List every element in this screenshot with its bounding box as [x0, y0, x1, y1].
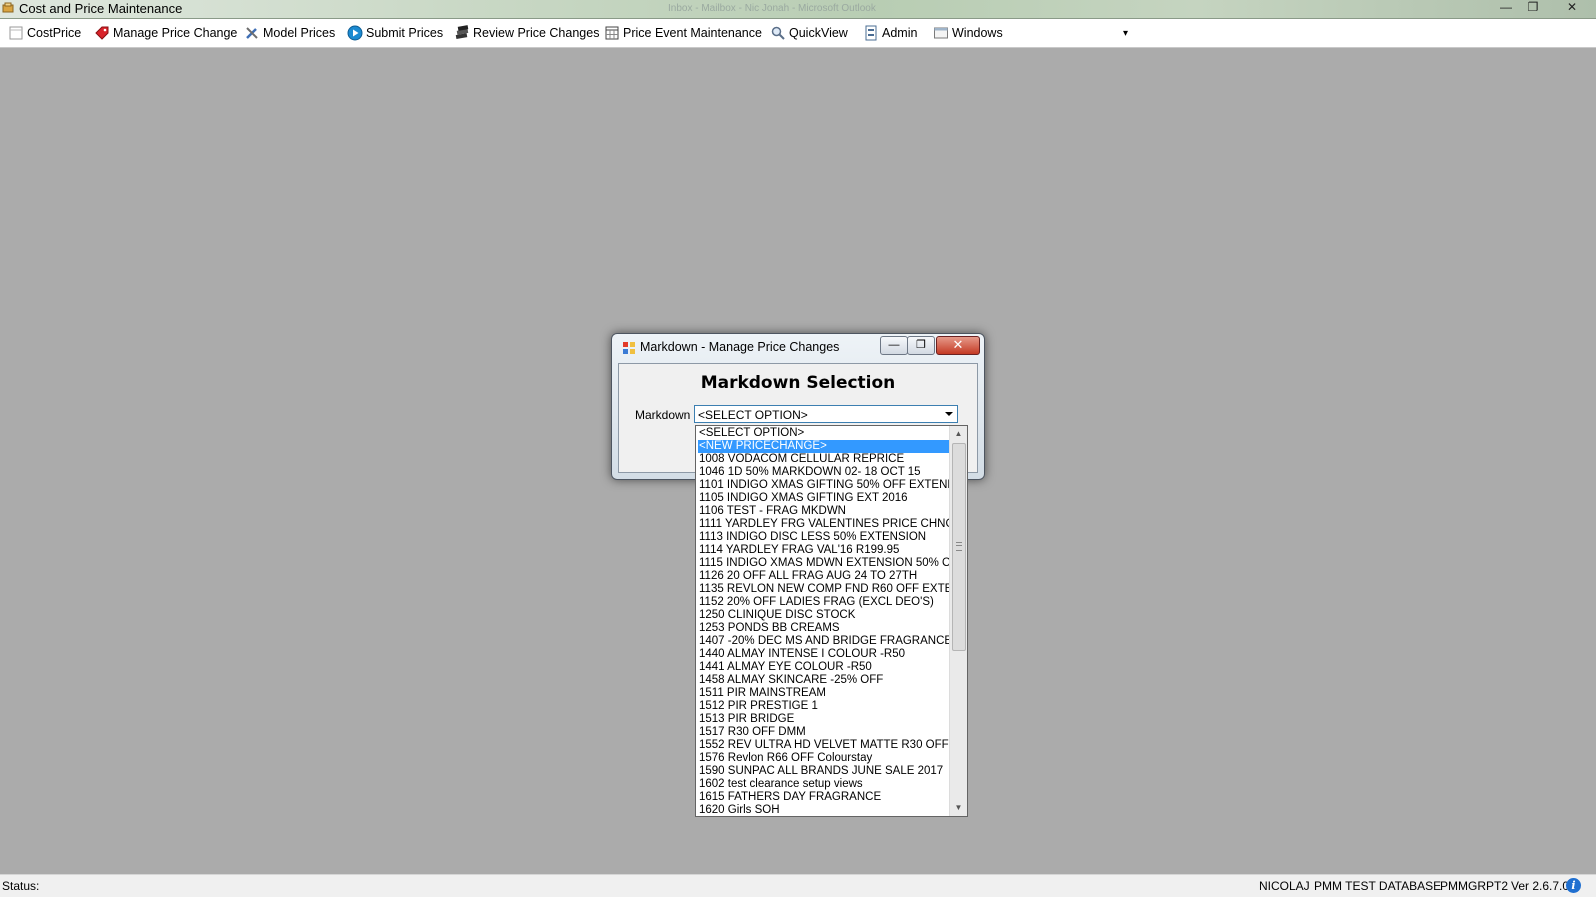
markdown-combobox[interactable]: <SELECT OPTION> — [694, 405, 958, 423]
dialog-maximize-button[interactable]: ❐ — [907, 336, 935, 355]
toolbar-costprice-button[interactable]: CostPrice — [8, 23, 81, 43]
markdown-dropdown-list[interactable]: <SELECT OPTION> <NEW PRICECHANGE> 1008 VOD… — [695, 425, 968, 817]
dropdown-option[interactable]: 1101 INDIGO XMAS GIFTING 50% OFF EXTEND — [698, 479, 951, 492]
toolbar-label: Model Prices — [263, 26, 336, 40]
dropdown-option[interactable]: 1552 REV ULTRA HD VELVET MATTE R30 OFF — [698, 739, 951, 752]
window-icon — [934, 27, 948, 39]
dropdown-option[interactable]: 1115 INDIGO XMAS MDWN EXTENSION 50% OFF — [698, 557, 951, 570]
toolbar-label: Price Event Maintenance — [623, 26, 762, 40]
price-tag-icon — [95, 26, 109, 40]
dropdown-option[interactable]: 1135 REVLON NEW COMP FND R60 OFF EXTEN — [698, 583, 951, 596]
calendar-icon — [605, 26, 619, 40]
toolbar-label: CostPrice — [27, 26, 82, 40]
toolbar-quickview-button[interactable]: QuickView — [770, 23, 848, 43]
dropdown-option[interactable]: 1114 YARDLEY FRAG VAL'16 R199.95 — [698, 544, 951, 557]
app-icon — [2, 2, 14, 13]
dropdown-option[interactable]: 1441 ALMAY EYE COLOUR -R50 — [698, 661, 951, 674]
scrollbar-thumb[interactable] — [952, 443, 966, 651]
dropdown-option[interactable]: 1046 1D 50% MARKDOWN 02- 18 OCT 15 — [698, 466, 951, 479]
dropdown-option[interactable]: 1105 INDIGO XMAS GIFTING EXT 2016 — [698, 492, 951, 505]
dropdown-option[interactable]: 1458 ALMAY SKINCARE -25% OFF — [698, 674, 951, 687]
scroll-down-icon[interactable]: ▼ — [950, 800, 967, 816]
markdown-combobox-value: <SELECT OPTION> — [698, 408, 808, 422]
document-icon — [9, 26, 23, 40]
main-toolbar: CostPrice Manage Price Change Model Pric… — [0, 19, 1596, 48]
dropdown-option[interactable]: 1615 FATHERS DAY FRAGRANCE — [698, 791, 951, 804]
info-icon[interactable]: i — [1566, 878, 1581, 893]
markdown-label: Markdown — [635, 408, 691, 422]
tools-icon — [246, 27, 258, 39]
toolbar-label: Manage Price Change — [113, 26, 238, 40]
background-window-title: Inbox - Mailbox - Nic Jonah - Microsoft … — [668, 3, 876, 14]
status-label: Status: — [2, 879, 40, 893]
dialog-app-icon — [623, 342, 635, 354]
toolbar-label: Admin — [882, 26, 918, 40]
window-title: Cost and Price Maintenance — [19, 1, 183, 16]
dropdown-option[interactable]: 1512 PIR PRESTIGE 1 — [698, 700, 951, 713]
dropdown-option[interactable]: 1113 INDIGO DISC LESS 50% EXTENSION — [698, 531, 951, 544]
scrollbar-grip-icon — [956, 542, 962, 551]
status-database: PMM TEST DATABASE — [1314, 879, 1442, 893]
toolbar-model-prices-button[interactable]: Model Prices — [244, 23, 335, 43]
toolbar-admin-button[interactable]: Admin — [863, 23, 917, 43]
status-server: PMMGRPT2 — [1440, 879, 1509, 893]
dropdown-option[interactable]: 1253 PONDS BB CREAMS — [698, 622, 951, 635]
toolbar-windows-button[interactable]: Windows — [933, 23, 1003, 43]
dialog-minimize-button[interactable]: — — [880, 336, 908, 355]
dropdown-option[interactable]: 1517 R30 OFF DMM — [698, 726, 951, 739]
restore-button[interactable]: ❐ — [1520, 0, 1546, 16]
dropdown-scrollbar[interactable]: ▲ ▼ — [949, 426, 967, 816]
dropdown-option[interactable]: <NEW PRICECHANGE> — [698, 440, 951, 453]
toolbar-review-price-changes-button[interactable]: Review Price Changes — [454, 23, 599, 43]
chevron-down-icon[interactable] — [942, 407, 956, 421]
admin-form-icon — [865, 25, 877, 41]
dropdown-option[interactable]: 1250 CLINIQUE DISC STOCK — [698, 609, 951, 622]
dropdown-option[interactable]: 1440 ALMAY INTENSE I COLOUR -R50 — [698, 648, 951, 661]
dropdown-option[interactable]: 1590 SUNPAC ALL BRANDS JUNE SALE 2017 — [698, 765, 951, 778]
toolbar-manage-price-change-button[interactable]: Manage Price Change — [94, 23, 237, 43]
scroll-up-icon[interactable]: ▲ — [950, 426, 967, 442]
close-button[interactable]: ✕ — [1559, 0, 1585, 16]
dropdown-option[interactable]: 1576 Revlon R66 OFF Colourstay — [698, 752, 951, 765]
toolbar-label: QuickView — [789, 26, 848, 40]
dropdown-option[interactable]: 1620 Girls SOH — [698, 804, 951, 816]
dropdown-option[interactable]: 1126 20 OFF ALL FRAG AUG 24 TO 27TH — [698, 570, 951, 583]
toolbar-label: Review Price Changes — [473, 26, 600, 40]
status-bar: Status: NICOLAJ PMM TEST DATABASE PMMGRP… — [0, 874, 1596, 897]
magnifier-icon — [771, 26, 785, 40]
dropdown-option[interactable]: <SELECT OPTION> — [698, 427, 951, 440]
dropdown-option[interactable]: 1513 PIR BRIDGE — [698, 713, 951, 726]
toolbar-overflow-button[interactable]: ▾ — [1123, 23, 1128, 43]
play-circle-icon — [347, 25, 363, 41]
dialog-close-button[interactable]: ✕ — [936, 336, 980, 355]
toolbar-price-event-maintenance-button[interactable]: Price Event Maintenance — [604, 23, 762, 43]
dialog-title: Markdown - Manage Price Changes — [640, 340, 840, 354]
dropdown-option[interactable]: 1008 VODACOM CELLULAR REPRICE — [698, 453, 951, 466]
status-version: Ver 2.6.7.0 — [1511, 879, 1570, 893]
dropdown-option[interactable]: 1106 TEST - FRAG MKDWN — [698, 505, 951, 518]
dialog-heading: Markdown Selection — [700, 373, 896, 393]
book-stack-icon — [455, 25, 469, 40]
toolbar-label: Submit Prices — [366, 26, 444, 40]
toolbar-submit-prices-button[interactable]: Submit Prices — [347, 23, 443, 43]
minimize-button[interactable]: — — [1493, 0, 1519, 16]
dropdown-option[interactable]: 1511 PIR MAINSTREAM — [698, 687, 951, 700]
toolbar-label: Windows — [952, 26, 1003, 40]
dropdown-option[interactable]: 1111 YARDLEY FRG VALENTINES PRICE CHNGE — [698, 518, 951, 531]
dropdown-option[interactable]: 1407 -20% DEC MS AND BRIDGE FRAGRANCES — [698, 635, 951, 648]
dropdown-option[interactable]: 1602 test clearance setup views — [698, 778, 951, 791]
dropdown-option[interactable]: 1152 20% OFF LADIES FRAG (EXCL DEO'S) — [698, 596, 951, 609]
status-user: NICOLAJ — [1259, 879, 1310, 893]
window-title-bar: Cost and Price Maintenance Inbox - Mailb… — [0, 0, 1596, 19]
